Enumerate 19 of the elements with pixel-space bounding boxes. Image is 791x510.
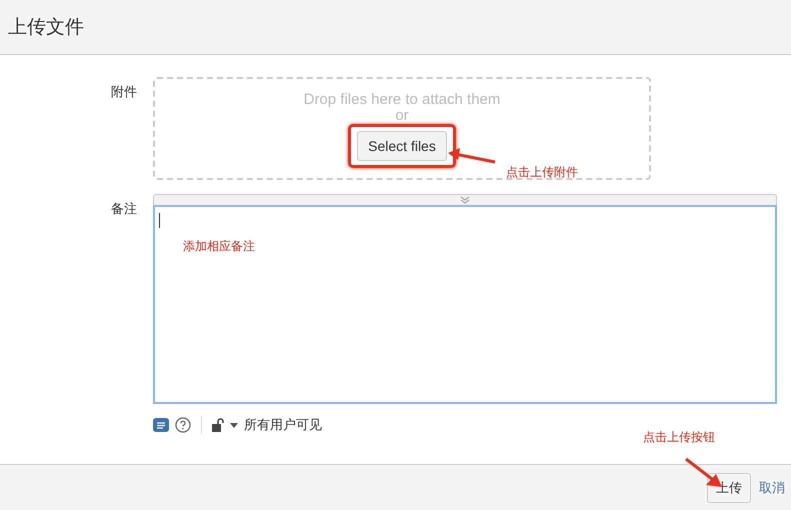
select-files-button[interactable]: Select files — [357, 131, 447, 161]
dialog-title: 上传文件 — [8, 15, 84, 40]
upload-button[interactable]: 上传 — [707, 472, 751, 502]
cancel-link[interactable]: 取消 — [759, 478, 785, 496]
attachment-label: 附件 — [110, 84, 137, 102]
or-text: or — [395, 108, 409, 124]
drop-hint: Drop files here to attach them — [304, 91, 500, 108]
annotation-text: 点击上传按钮 — [643, 429, 715, 446]
annotation-text: 点击上传附件 — [506, 164, 578, 181]
note-label: 备注 — [110, 201, 137, 219]
toggle-bar[interactable] — [153, 194, 777, 205]
caret-icon[interactable] — [230, 422, 238, 428]
visibility-selector[interactable]: 所有用户可见 — [244, 416, 322, 434]
note-field[interactable] — [153, 205, 777, 404]
chevron-down-icon — [460, 196, 470, 204]
text-format-icon[interactable] — [153, 418, 169, 432]
unlocked-icon[interactable] — [212, 418, 224, 432]
help-icon[interactable] — [175, 417, 191, 433]
annotation-text: 添加相应备注 — [183, 238, 255, 255]
